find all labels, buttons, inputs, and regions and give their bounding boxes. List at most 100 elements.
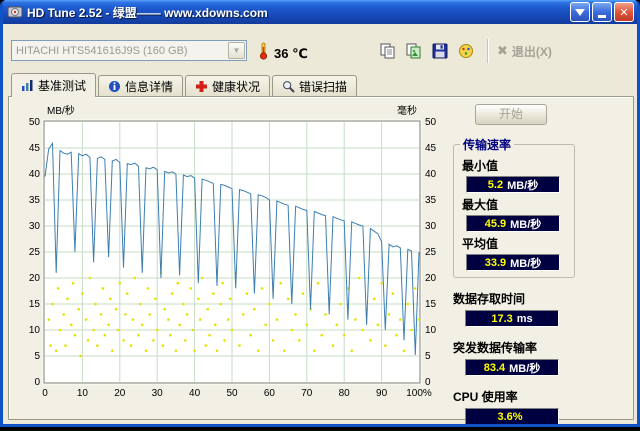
minimize-button[interactable] [592,2,612,22]
max-value-box: 45.9 MB/秒 [466,215,560,232]
tab-label: 基准测试 [38,79,87,93]
burst-rate-label: 突发数据传输率 [453,341,538,355]
app-window: HD Tune 2.52 - 绿盟—— www.xdowns.com ✕ HIT… [0,0,640,427]
svg-text:40: 40 [29,169,41,180]
svg-text:50: 50 [226,388,238,399]
options-button[interactable] [453,38,479,64]
drive-select[interactable]: HITACHI HTS541616J9S (160 GB) ▼ [11,40,247,61]
svg-text:25: 25 [425,247,437,258]
cpu-usage-label: CPU 使用率 [453,390,518,404]
burst-rate-block: 突发数据传输率 83.4 MB/秒 [453,339,575,376]
svg-text:60: 60 [264,388,276,399]
svg-text:25: 25 [29,247,41,258]
svg-text:45: 45 [29,143,41,154]
min-value: 5.2 [487,178,504,191]
stats-panel: 开始 传输速率 最小值 5.2 MB/秒 最大值 45.9 MB/秒 平均值 3… [453,104,575,424]
svg-text:40: 40 [425,169,437,180]
svg-text:80: 80 [339,388,351,399]
window-controls: ✕ [570,2,634,22]
save-button[interactable] [427,38,453,64]
svg-text:5: 5 [425,351,431,362]
avg-unit: MB/秒 [510,257,542,270]
temperature-icon [257,42,270,65]
svg-text:0: 0 [42,388,48,399]
svg-text:10: 10 [77,388,89,399]
min-value-box: 5.2 MB/秒 [466,176,560,193]
tab-benchmark[interactable]: 基准测试 [11,73,97,98]
chevron-down-icon[interactable]: ▼ [228,42,245,59]
svg-text:70: 70 [301,388,313,399]
avg-value: 33.9 [484,256,507,269]
exit-button[interactable]: ✖ 退出(X) [497,43,552,60]
svg-text:20: 20 [114,388,126,399]
svg-text:50: 50 [425,117,437,128]
tab-label: 错误扫描 [299,79,348,94]
toolbar: ✖ 退出(X) [375,38,552,64]
info-icon [109,80,121,92]
save-icon [432,43,448,59]
avg-value-box: 33.9 MB/秒 [466,254,560,271]
close-button[interactable]: ✕ [614,2,634,22]
access-time-block: 数据存取时间 17.3 ms [453,290,575,327]
svg-text:5: 5 [34,351,40,362]
tab-health[interactable]: 健康状况 [185,75,271,96]
max-label: 最大值 [462,198,499,212]
copy-button[interactable] [375,38,401,64]
tab-info[interactable]: 信息详情 [98,75,184,96]
burst-rate-unit: MB/秒 [509,362,541,375]
title-bar[interactable]: HD Tune 2.52 - 绿盟—— www.xdowns.com ✕ [3,0,637,24]
svg-text:30: 30 [425,221,437,232]
down-arrow-icon [575,8,585,16]
svg-text:30: 30 [152,388,164,399]
min-unit: MB/秒 [507,179,539,192]
svg-text:10: 10 [29,325,41,336]
client-area: HITACHI HTS541616J9S (160 GB) ▼ 36 ℃ ✖ 退… [3,24,637,424]
svg-text:20: 20 [425,273,437,284]
access-time-value: 17.3 [491,312,513,325]
copy-image-button[interactable] [401,38,427,64]
svg-text:MB/秒: MB/秒 [47,104,75,117]
health-cross-icon [196,80,208,92]
burst-rate-value-box: 83.4 MB/秒 [465,359,559,376]
svg-text:100%: 100% [406,388,432,399]
cpu-usage-value: 3.6% [497,410,523,423]
start-button[interactable]: 开始 [475,104,547,125]
access-time-label: 数据存取时间 [453,292,526,306]
svg-text:30: 30 [29,221,41,232]
burst-rate-value: 83.4 [483,361,506,374]
exit-label: 退出(X) [511,44,552,59]
access-time-value-box: 17.3 ms [465,310,559,327]
svg-text:40: 40 [189,388,201,399]
svg-text:35: 35 [29,195,41,206]
window-title: HD Tune 2.52 - 绿盟—— www.xdowns.com [27,5,268,20]
close-icon: ✕ [619,6,629,19]
tab-label: 健康状况 [212,79,261,94]
svg-text:35: 35 [425,195,437,206]
palette-icon [459,44,473,58]
min-label: 最小值 [462,159,499,173]
tab-label: 信息详情 [125,79,174,94]
svg-text:20: 20 [29,273,41,284]
avg-label: 平均值 [462,237,499,251]
exit-x-icon: ✖ [497,43,508,58]
svg-text:45: 45 [425,143,437,154]
access-time-unit: ms [516,312,533,325]
transfer-rate-group-title: 传输速率 [463,138,512,152]
max-value: 45.9 [484,217,507,230]
svg-text:90: 90 [376,388,388,399]
temperature-value: 36 ℃ [274,45,308,61]
benchmark-icon [22,80,33,91]
copy-icon [380,43,395,59]
tab-error-scan[interactable]: 错误扫描 [272,75,358,96]
temperature-indicator: 36 ℃ [257,42,308,65]
svg-text:0: 0 [34,377,40,388]
toolbar-separator [487,39,489,63]
down-arrow-button[interactable] [570,2,590,22]
svg-text:10: 10 [425,325,437,336]
benchmark-chart: 50 5045 4540 4035 3530 3025 2520 2015 1510 105 50 0… [29,104,437,399]
svg-text:15: 15 [425,299,437,310]
copy-image-icon [406,43,421,59]
cpu-usage-value-box: 3.6% [465,408,559,424]
svg-text:毫秒: 毫秒 [397,104,417,117]
cpu-usage-block: CPU 使用率 3.6% [453,388,575,424]
